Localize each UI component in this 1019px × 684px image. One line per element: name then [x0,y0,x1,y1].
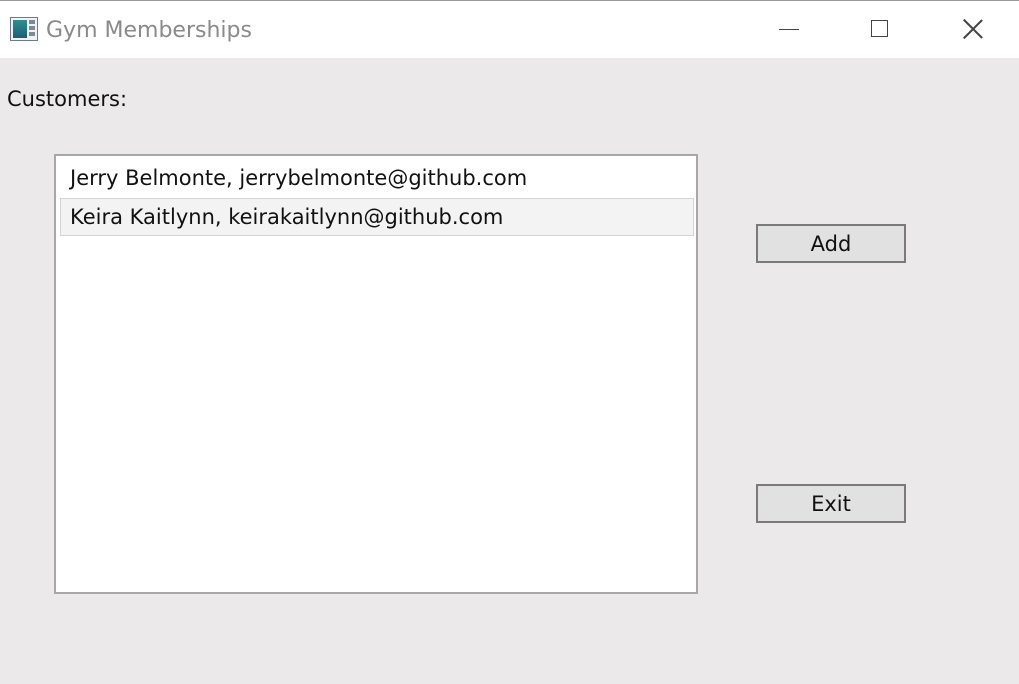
exit-button[interactable]: Exit [756,484,906,523]
maximize-icon [871,20,888,37]
maximize-button[interactable] [835,1,927,58]
list-item-selected[interactable]: Keira Kaitlynn, keirakaitlynn@github.com [60,198,694,236]
list-item[interactable]: Jerry Belmonte, jerrybelmonte@github.com [60,159,694,197]
add-button[interactable]: Add [756,224,906,263]
title-bar[interactable]: Gym Memberships [0,1,1019,58]
app-icon [10,17,38,41]
minimize-button[interactable] [743,1,835,58]
customers-label: Customers: [7,87,128,111]
main-window: Gym Memberships Customers: Jerry Belmont… [0,0,1019,684]
close-button[interactable] [927,1,1019,58]
close-icon [962,18,984,40]
customers-listbox[interactable]: Jerry Belmonte, jerrybelmonte@github.com… [54,154,698,594]
minimize-icon [779,29,799,30]
window-title: Gym Memberships [46,18,252,43]
